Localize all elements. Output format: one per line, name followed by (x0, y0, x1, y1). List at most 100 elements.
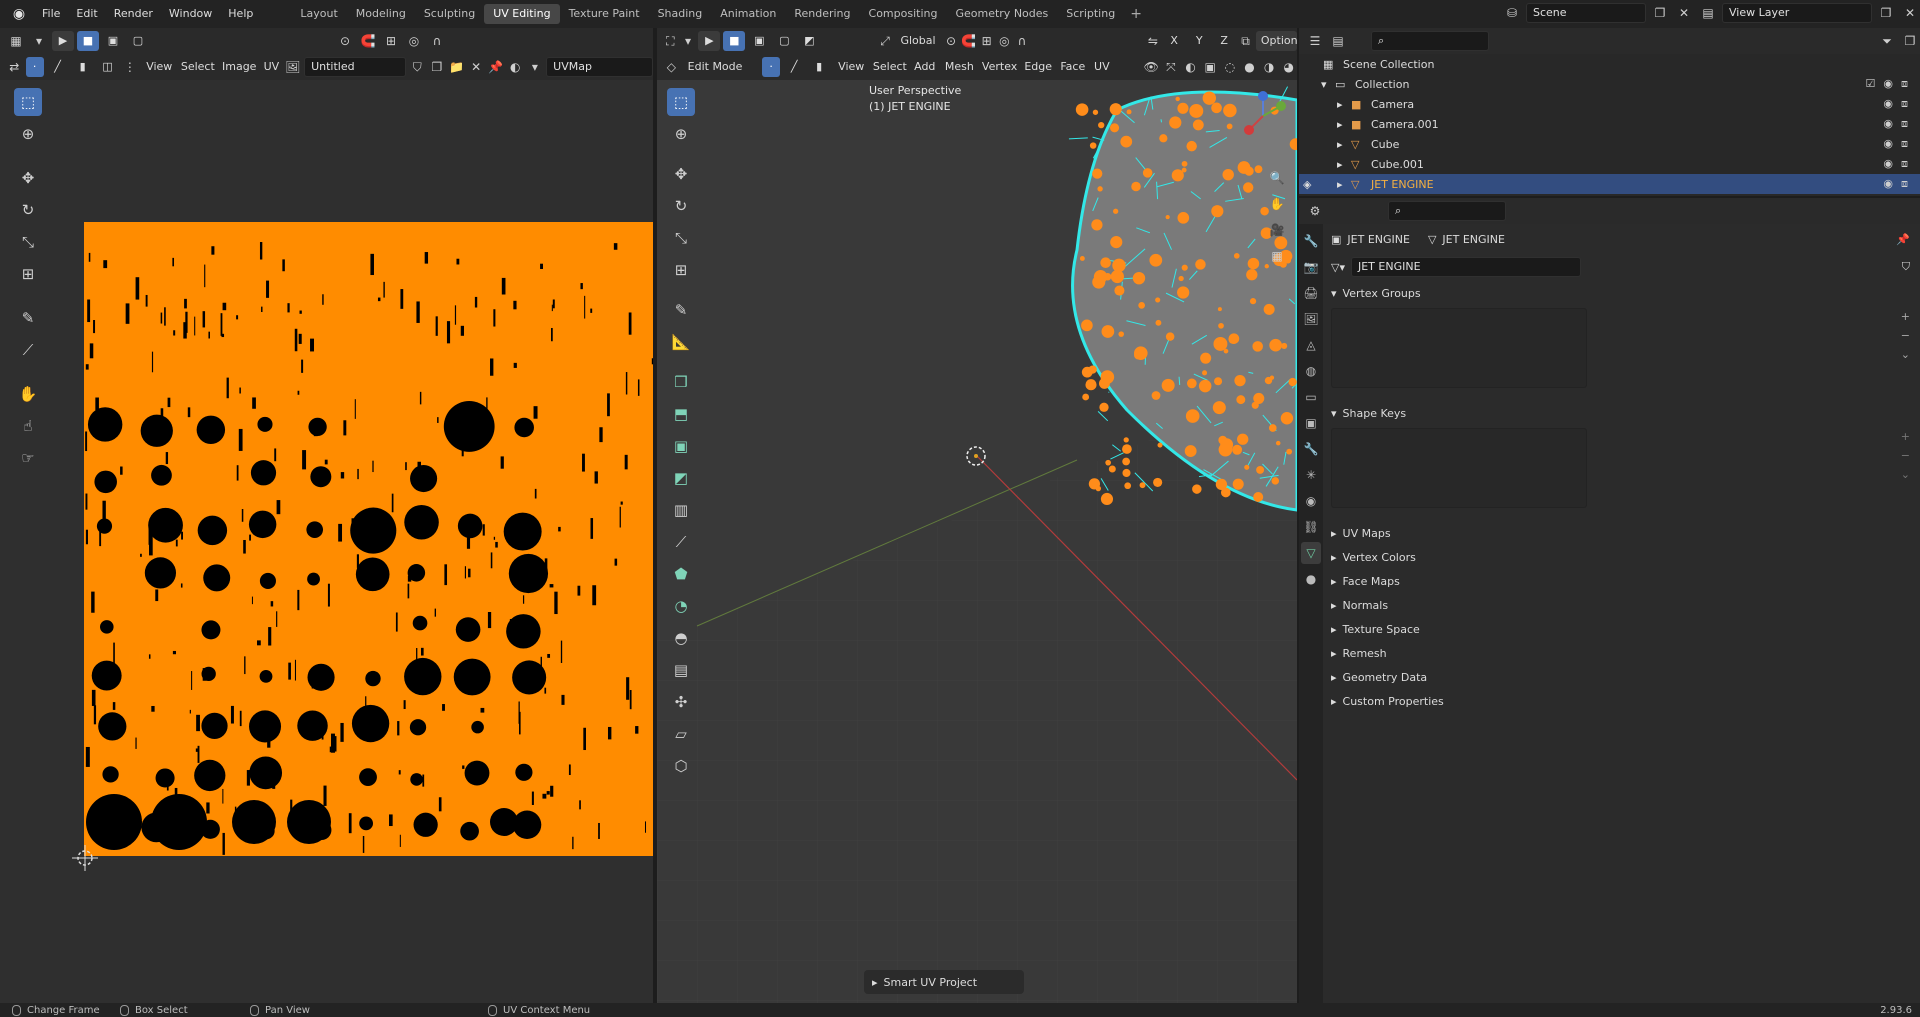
viewport-snap-target-icon[interactable]: ⊞ (979, 31, 994, 51)
outliner-row-cube[interactable]: ▸ ▽ Cube ◉ ⧈ (1299, 134, 1920, 154)
eye-icon[interactable]: ◉ (1883, 177, 1893, 191)
expand-chevron-icon[interactable]: ▸ (1337, 178, 1343, 191)
tab-layout[interactable]: Layout (291, 4, 346, 24)
snap-icon[interactable]: 🧲 (358, 31, 378, 51)
select-extend-button[interactable]: ▣ (102, 31, 124, 51)
tab-modeling[interactable]: Modeling (347, 4, 415, 24)
uv-menu-select[interactable]: Select (176, 57, 215, 77)
extrude-tool-icon[interactable]: ⬒ (667, 400, 695, 428)
expand-chevron-icon[interactable]: ▸ (1337, 158, 1343, 171)
eye-icon[interactable]: ◉ (1883, 117, 1893, 131)
new-scene-icon[interactable]: ❐ (1650, 3, 1670, 23)
viewport-dropdown-icon[interactable]: ▾ (681, 31, 696, 51)
mesh-data-tab-icon[interactable]: ▽ (1301, 542, 1321, 564)
poly-build-tool-icon[interactable]: ⬟ (667, 560, 695, 588)
viewport-select-invert-button[interactable]: ◩ (798, 31, 820, 51)
inset-tool-icon[interactable]: ▣ (667, 432, 695, 460)
viewport-snap-icon[interactable]: 🧲 (961, 31, 976, 51)
section-uv-maps[interactable]: ▸ UV Maps (1323, 522, 1920, 544)
overlay-icon[interactable]: ◐ (1182, 57, 1199, 77)
outliner-editor-type-icon[interactable]: ☰ (1305, 31, 1325, 51)
view-layer-field[interactable]: View Layer (1722, 3, 1872, 23)
scene-field[interactable]: Scene (1526, 3, 1646, 23)
camera-render-icon[interactable]: ⧈ (1901, 77, 1908, 91)
menu-render[interactable]: Render (106, 4, 161, 24)
delete-scene-icon[interactable]: ✕ (1674, 3, 1694, 23)
remove-vertex-group-icon[interactable]: − (1901, 329, 1910, 342)
proportional-edit-icon[interactable]: ◎ (404, 31, 424, 51)
constraints-tab-icon[interactable]: ⛓ (1301, 516, 1321, 538)
select-subtract-button[interactable]: ▢ (127, 31, 149, 51)
edge-select-mode-button[interactable]: ╱ (47, 57, 69, 77)
tab-shading[interactable]: Shading (649, 4, 712, 24)
select-box-tool-icon[interactable]: ⬚ (14, 88, 42, 116)
orientation-dropdown[interactable]: Global (895, 31, 940, 51)
viewport-editor-type-icon[interactable]: ⛶ (663, 31, 678, 51)
section-vertex-colors[interactable]: ▸ Vertex Colors (1323, 546, 1920, 568)
unlink-image-icon[interactable]: ✕ (468, 57, 485, 77)
pin-icon[interactable]: 📌 (487, 57, 504, 77)
shrink-fatten-tool-icon[interactable]: ✣ (667, 688, 695, 716)
tab-rendering[interactable]: Rendering (785, 4, 859, 24)
viewport-proportional-icon[interactable]: ◎ (997, 31, 1012, 51)
display-mode-icon[interactable]: ▤ (1328, 31, 1348, 51)
outliner-row-camera-001[interactable]: ▸ ■ Camera.001 ◉ ⧈ (1299, 114, 1920, 134)
eye-icon[interactable]: ◉ (1883, 157, 1893, 171)
tab-compositing[interactable]: Compositing (860, 4, 947, 24)
tab-scripting[interactable]: Scripting (1057, 4, 1124, 24)
overlays-icon[interactable]: ◐ (507, 57, 524, 77)
3d-cursor-icon[interactable] (966, 446, 986, 466)
vp-pan-icon[interactable]: ✋ (1267, 194, 1287, 214)
outliner-search-input[interactable]: ⌕ (1371, 31, 1489, 51)
face-mode-button[interactable]: ▮ (808, 57, 830, 77)
viewport-scene[interactable] (657, 80, 1297, 1003)
loop-cut-tool-icon[interactable]: ▥ (667, 496, 695, 524)
navigation-gizmo[interactable] (1237, 90, 1289, 142)
outliner-row-collection[interactable]: ▾ ▭ Collection ☑ ◉ ⧈ (1299, 74, 1920, 94)
scale-tool-icon[interactable]: ⤡ (14, 228, 42, 256)
section-texture-space[interactable]: ▸ Texture Space (1323, 618, 1920, 640)
camera-render-icon[interactable]: ⧈ (1901, 97, 1908, 111)
new-image-icon[interactable]: ❐ (429, 57, 446, 77)
vp-annotate-tool-icon[interactable]: ✎ (667, 296, 695, 324)
pinch-tool-icon[interactable]: ☞ (14, 444, 42, 472)
delete-view-layer-icon[interactable]: ✕ (1900, 3, 1920, 23)
rip-tool-icon[interactable]: ⟋ (14, 336, 42, 364)
shape-keys-list[interactable] (1331, 428, 1587, 508)
menu-edit[interactable]: Edit (68, 4, 105, 24)
collection-tab-icon[interactable]: ▭ (1301, 386, 1321, 408)
vp-menu-face[interactable]: Face (1055, 57, 1086, 77)
modifier-tab-icon[interactable]: 🔧 (1301, 438, 1321, 460)
vp-scale-tool-icon[interactable]: ⤡ (667, 224, 695, 252)
menu-help[interactable]: Help (220, 4, 261, 24)
jet-engine-mesh[interactable] (1068, 86, 1297, 512)
pin-icon[interactable]: 📌 (1896, 233, 1910, 246)
section-custom-properties[interactable]: ▸ Custom Properties (1323, 690, 1920, 712)
sticky-select-icon[interactable]: ⋮ (122, 57, 139, 77)
rotate-tool-icon[interactable]: ↻ (14, 196, 42, 224)
vertex-select-mode-button[interactable]: · (25, 57, 44, 77)
knife-tool-icon[interactable]: ⟋ (667, 528, 695, 556)
axis-x-toggle[interactable]: X (1163, 31, 1185, 51)
last-operator-panel[interactable]: ▸ Smart UV Project (864, 970, 1024, 994)
eye-icon[interactable]: ◉ (1883, 137, 1893, 151)
viewport-select-subtract-button[interactable]: ▢ (773, 31, 795, 51)
uv-menu-uv[interactable]: UV (259, 57, 282, 77)
vp-measure-tool-icon[interactable]: 📐 (667, 328, 695, 356)
editor-type-icon[interactable]: ▦ (6, 31, 26, 51)
viewport-falloff-icon[interactable]: ∩ (1015, 31, 1030, 51)
view-layer-tab-icon[interactable]: 🖼 (1301, 308, 1321, 330)
shear-tool-icon[interactable]: ▱ (667, 720, 695, 748)
2d-cursor-icon[interactable] (70, 843, 100, 873)
blender-logo-icon[interactable]: ◉ (8, 3, 30, 25)
scene-tab-icon[interactable]: ◬ (1301, 334, 1321, 356)
vp-menu-edge[interactable]: Edge (1019, 57, 1052, 77)
vp-menu-uv[interactable]: UV (1089, 57, 1112, 77)
new-view-layer-icon[interactable]: ❐ (1876, 3, 1896, 23)
menu-file[interactable]: File (34, 4, 68, 24)
object-tab-icon[interactable]: ▣ (1301, 412, 1321, 434)
shading-wire-icon[interactable]: ◌ (1222, 57, 1239, 77)
auto-merge-icon[interactable]: ⧉ (1238, 31, 1253, 51)
physics-tab-icon[interactable]: ◉ (1301, 490, 1321, 512)
open-image-icon[interactable]: 📁 (448, 57, 465, 77)
